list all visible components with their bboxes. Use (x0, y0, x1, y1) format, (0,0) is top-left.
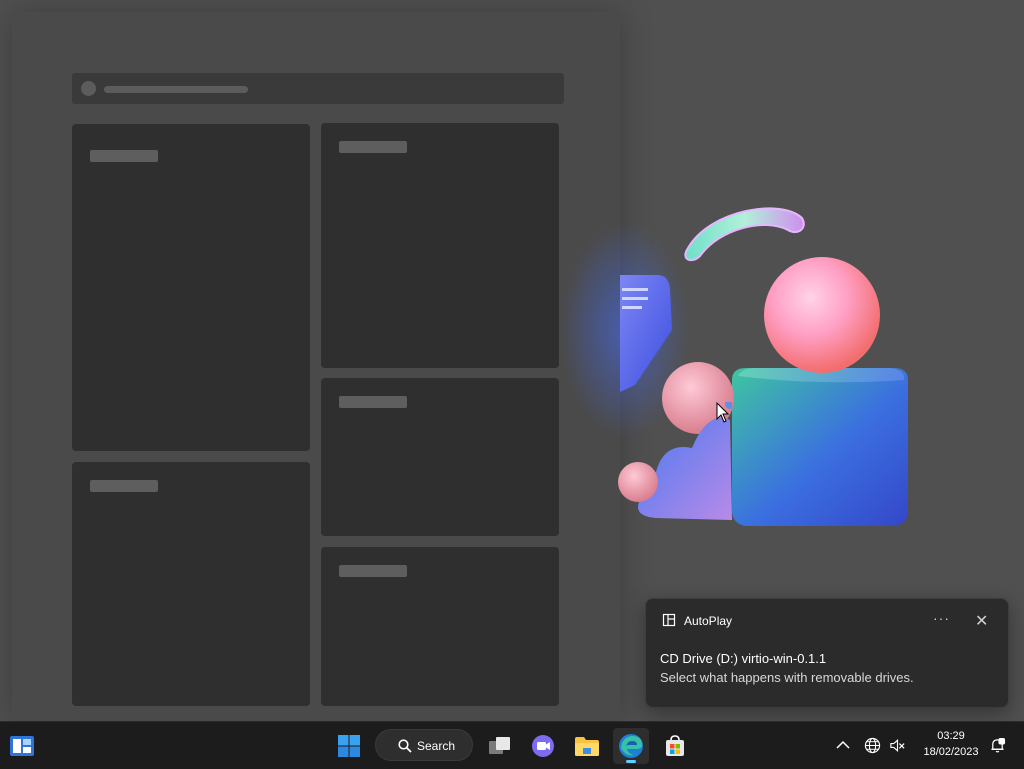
widget-card-placeholder (321, 378, 559, 536)
volume-button[interactable] (888, 736, 906, 754)
store-icon (666, 735, 684, 756)
search-icon (398, 739, 412, 753)
teams-chat-icon (532, 735, 554, 757)
edge-icon (619, 734, 643, 758)
mouse-cursor-icon (716, 402, 732, 423)
taskbar-search-button[interactable]: Search (375, 729, 473, 761)
speaker-muted-icon (889, 738, 905, 752)
taskbar: Search 03:29 18/02/2023 (0, 721, 1024, 769)
widgets-search-placeholder (72, 73, 564, 104)
widget-title-placeholder (90, 480, 158, 492)
task-view-button[interactable] (482, 728, 518, 764)
notification-body: Select what happens with removable drive… (660, 670, 914, 685)
avatar-placeholder (81, 81, 96, 96)
widget-title-placeholder (90, 150, 158, 162)
globe-network-icon (864, 737, 880, 753)
clock-time[interactable]: 03:29 (920, 730, 982, 742)
widget-title-placeholder (339, 396, 407, 408)
widget-title-placeholder (339, 141, 407, 153)
clock-date[interactable]: 18/02/2023 (916, 746, 986, 758)
notification-title: CD Drive (D:) virtio-win-0.1.1 (660, 651, 827, 666)
search-label: Search (417, 739, 456, 753)
show-hidden-icons-button[interactable] (834, 736, 852, 754)
chevron-up-icon (836, 740, 850, 749)
close-notification-button[interactable]: ✕ (975, 611, 988, 631)
network-button[interactable] (863, 736, 881, 754)
widget-card-placeholder (321, 547, 559, 706)
active-app-indicator (626, 760, 636, 763)
notification-header: AutoPlay ··· ✕ (646, 610, 1008, 631)
autoplay-notification[interactable]: AutoPlay ··· ✕ CD Drive (D:) virtio-win-… (645, 598, 1009, 708)
task-view-icon (489, 737, 510, 754)
widget-card-placeholder (321, 123, 559, 368)
widget-card-placeholder (72, 462, 310, 706)
windows-logo-icon (338, 735, 360, 757)
widgets-panel (12, 12, 620, 721)
edge-button[interactable] (613, 728, 649, 764)
notification-center-button[interactable] (988, 736, 1006, 754)
autoplay-app-icon (662, 613, 676, 627)
widgets-button[interactable] (4, 728, 40, 764)
bell-notification-icon (990, 737, 1005, 752)
wallpaper-art (618, 207, 908, 526)
store-button[interactable] (657, 728, 693, 764)
folder-icon (575, 737, 599, 756)
notification-app-name: AutoPlay (684, 614, 733, 628)
widget-title-placeholder (339, 565, 407, 577)
widget-card-placeholder (72, 124, 310, 451)
file-explorer-button[interactable] (569, 728, 605, 764)
text-placeholder (104, 86, 248, 93)
chat-button[interactable] (525, 728, 561, 764)
more-options-button[interactable]: ··· (933, 610, 950, 626)
widgets-icon (10, 736, 34, 756)
start-button[interactable] (331, 728, 367, 764)
